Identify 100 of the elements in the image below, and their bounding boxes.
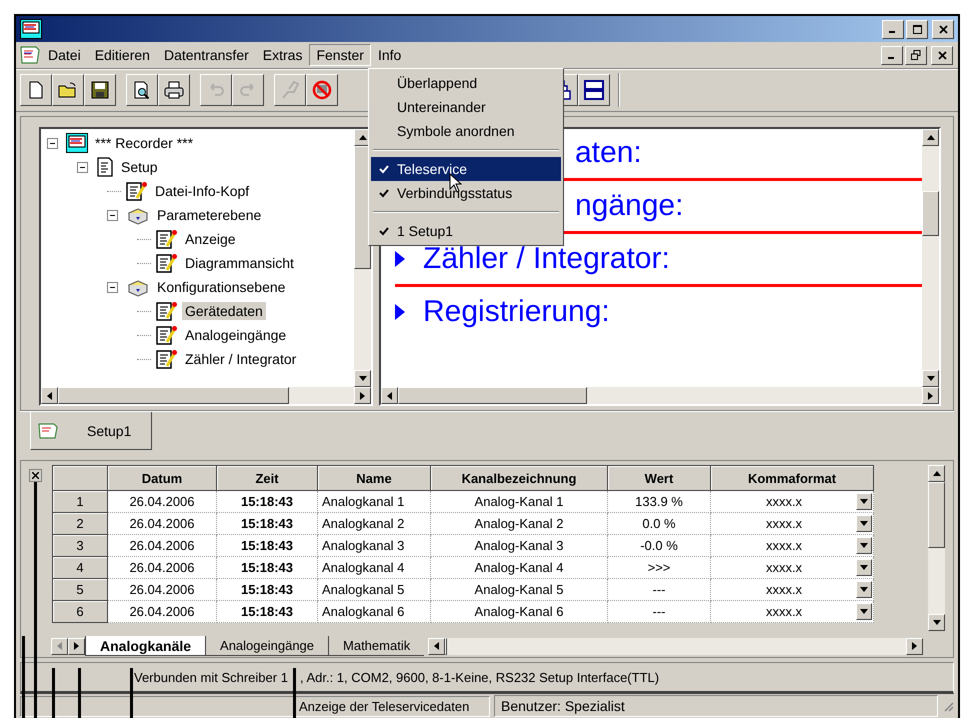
close-icon [32,472,39,479]
horizontal-scrollbar[interactable] [41,387,371,404]
table-cell: Analog-Kanal 2 [430,512,608,534]
column-header[interactable]: Kommaformat [710,466,874,490]
toolbar-button[interactable] [126,74,158,106]
collapse-toggle[interactable] [47,138,58,148]
toolbar-button[interactable] [84,74,116,106]
menu-item[interactable]: Datentransfer [156,44,256,66]
vertical-scrollbar[interactable] [354,129,371,388]
dropdown-arrow-icon [860,587,868,592]
tree-item[interactable]: Parameterebene [154,206,264,224]
format-dropdown[interactable]: xxxx.x [710,600,874,622]
sheet-tab[interactable]: Analogkanäle [85,636,206,656]
menu-item[interactable]: Verbindungsstatus [371,181,561,205]
tree-item[interactable]: Setup [118,158,161,176]
toolbar-button[interactable] [52,74,84,106]
menu-item[interactable]: Fenster [309,44,371,66]
toolbar-button[interactable] [306,74,338,106]
sheet-tab[interactable]: Mathematik [328,636,424,656]
table-cell: 26.04.2006 [108,578,216,600]
right-arrow-icon [360,392,365,400]
table-cell: Analog-Kanal 1 [430,490,608,512]
document-icon [37,422,59,440]
format-dropdown[interactable]: xxxx.x [710,512,874,534]
column-header[interactable]: Kanalbezeichnung [430,466,608,490]
row-header[interactable]: 1 [52,490,108,512]
collapse-toggle[interactable] [107,282,118,292]
tree-item[interactable]: Analogeingänge [182,326,290,344]
menu-item[interactable]: 1 Setup1 [371,219,561,243]
column-header[interactable]: Zeit [216,466,318,490]
row-header[interactable]: 3 [52,534,108,556]
column-header[interactable]: Name [318,466,430,490]
scroll-thumb[interactable] [922,190,939,236]
resize-grip-icon[interactable] [942,700,954,712]
tree-item[interactable]: Zähler / Integrator [182,350,300,368]
menu-item[interactable]: Untereinander [371,95,561,119]
menu-item[interactable]: Symbole anordnen [371,119,561,143]
section-heading: aten: [575,136,642,170]
format-dropdown[interactable]: xxxx.x [710,578,874,600]
expand-arrow-icon[interactable] [395,251,405,267]
document-icon [19,45,41,65]
row-header[interactable]: 4 [52,556,108,578]
document-tab[interactable]: Setup1 [30,412,152,450]
format-dropdown[interactable]: xxxx.x [710,556,874,578]
print-preview-icon [133,81,151,99]
table-cell: Analogkanal 4 [318,556,430,578]
vertical-scrollbar[interactable] [928,465,945,631]
row-header[interactable]: 6 [52,600,108,622]
minimize-button[interactable] [882,20,904,38]
maximize-button[interactable] [906,20,928,38]
tree-item[interactable]: Datei-Info-Kopf [152,182,252,200]
table-cell: Analogkanal 5 [318,578,430,600]
menu-item[interactable]: Info [370,44,408,66]
tree-item[interactable]: Gerätedaten [182,302,266,320]
table-cell: >>> [608,556,710,578]
column-header[interactable]: Wert [608,466,710,490]
recorder-icon [20,19,42,39]
tree-item[interactable]: Konfigurationsebene [154,278,288,296]
format-dropdown[interactable]: xxxx.x [710,534,874,556]
tree-item[interactable]: Anzeige [182,230,239,248]
next-sheet-button[interactable] [68,638,85,654]
up-arrow-icon [926,135,934,140]
tree-item[interactable]: Diagrammansicht [182,254,297,272]
restore-button[interactable] [905,46,927,64]
toolbar-button[interactable] [20,74,52,106]
table-cell: --- [608,578,710,600]
scroll-thumb[interactable] [58,387,289,404]
table-cell: Analog-Kanal 5 [430,578,608,600]
format-dropdown[interactable]: xxxx.x [710,490,874,512]
menu-item[interactable]: Teleservice [371,157,561,181]
vertical-scrollbar[interactable] [922,129,939,388]
minimize-button[interactable] [881,46,903,64]
row-header[interactable]: 5 [52,578,108,600]
table-cell: Analogkanal 3 [318,534,430,556]
table-cell: 15:18:43 [216,490,318,512]
horizontal-scrollbar[interactable] [381,387,939,404]
sheet-tab[interactable]: Analogeingänge [205,636,328,656]
close-button[interactable] [29,469,42,482]
collapse-toggle[interactable] [77,162,88,172]
menu-item[interactable]: Überlappend [371,71,561,95]
table-cell: 133.9 % [608,490,710,512]
restore-icon [911,50,921,60]
left-arrow-icon [434,642,440,650]
row-header[interactable]: 2 [52,512,108,534]
down-arrow-icon [932,620,940,625]
scroll-thumb[interactable] [398,387,587,404]
menu-item[interactable]: Datei [41,44,88,66]
toolbar-button[interactable] [158,74,190,106]
scroll-thumb[interactable] [928,482,945,548]
column-header[interactable]: Datum [108,466,216,490]
menu-item[interactable]: Extras [256,44,310,66]
tree-item[interactable]: *** Recorder *** [92,134,196,152]
toolbar-button[interactable] [578,74,610,106]
scroll-thumb[interactable] [445,638,448,654]
expand-arrow-icon[interactable] [395,304,405,320]
menu-item[interactable]: Editieren [88,44,157,66]
horizontal-scrollbar[interactable] [428,638,923,654]
collapse-toggle[interactable] [107,210,118,220]
status-text: , Adr.: 1, COM2, 9600, 8-1-Keine, RS232 Setup Interface(TTL) [300,670,660,684]
previous-sheet-button[interactable] [51,638,68,654]
